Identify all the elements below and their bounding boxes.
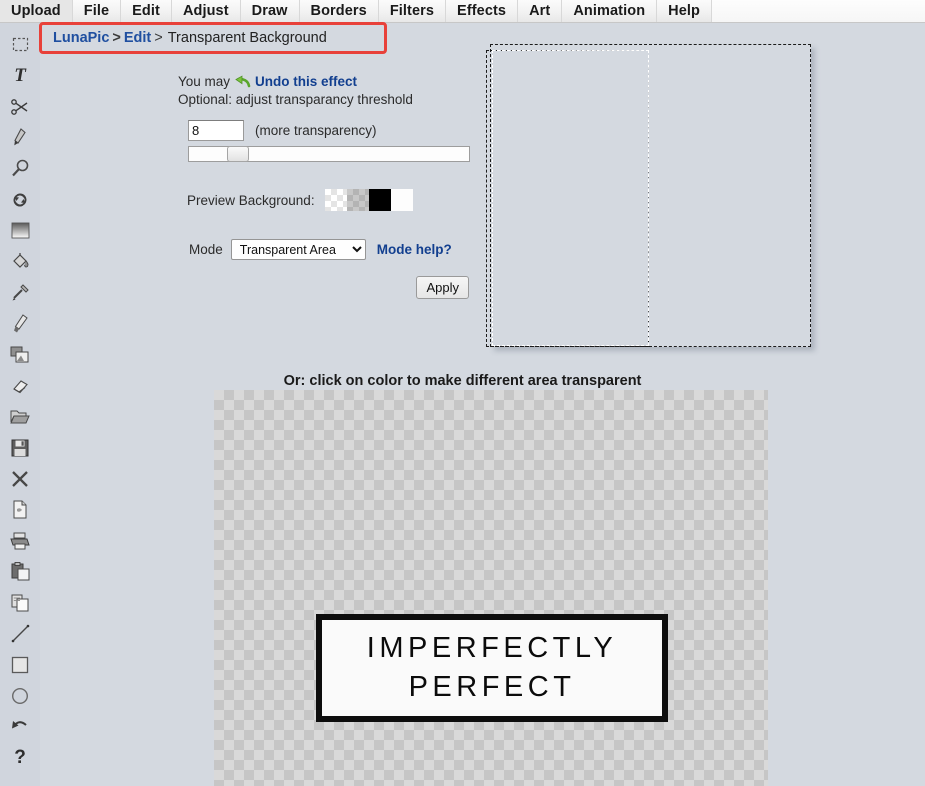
- menu-help[interactable]: Help: [657, 0, 712, 22]
- apply-row: Apply: [189, 276, 469, 299]
- copy-icon[interactable]: [4, 587, 36, 618]
- menu-animation[interactable]: Animation: [562, 0, 658, 22]
- transparent-background-controls: You may Undo this effect Optional: adjus…: [178, 72, 478, 299]
- plaque-line-1: IMPERFECTLY: [366, 631, 618, 664]
- preview-background-row: Preview Background:: [187, 189, 478, 211]
- apply-button[interactable]: Apply: [416, 276, 469, 299]
- close-x-icon[interactable]: [4, 463, 36, 494]
- main-menu-bar: Upload File Edit Adjust Draw Borders Fil…: [0, 0, 925, 23]
- swatch-white[interactable]: [390, 189, 413, 211]
- menu-adjust[interactable]: Adjust: [172, 0, 241, 22]
- mode-help-link[interactable]: Mode help?: [377, 242, 452, 257]
- marquee-select-icon[interactable]: [4, 29, 36, 60]
- clone-stamp-icon[interactable]: [4, 339, 36, 370]
- tool-sidebar: T ?: [0, 23, 40, 786]
- green-undo-arrow-icon: [235, 75, 251, 88]
- main-image-canvas[interactable]: IMPERFECTLY PERFECT: [214, 390, 768, 786]
- breadcrumb-edit-link[interactable]: Edit: [124, 30, 151, 46]
- plaque-line-2: PERFECT: [408, 671, 576, 703]
- mode-row: Mode Transparent Area Transparent Color …: [189, 239, 478, 260]
- more-transparency-label: (more transparency): [255, 123, 377, 138]
- menu-file[interactable]: File: [73, 0, 122, 22]
- question-help-icon[interactable]: ?: [4, 742, 36, 773]
- menu-bar-filler: [711, 0, 925, 22]
- breadcrumb-root-link[interactable]: LunaPic: [53, 30, 109, 46]
- threshold-slider-thumb[interactable]: [227, 146, 249, 162]
- menu-upload[interactable]: Upload: [0, 0, 73, 22]
- paint-bucket-icon[interactable]: [4, 246, 36, 277]
- new-document-icon[interactable]: [4, 494, 36, 525]
- threshold-input[interactable]: [188, 120, 244, 141]
- line-tool-icon[interactable]: [4, 618, 36, 649]
- text-tool-icon[interactable]: T: [4, 60, 36, 91]
- magnifier-zoom-icon[interactable]: [4, 153, 36, 184]
- ellipse-tool-icon[interactable]: [4, 680, 36, 711]
- printer-icon[interactable]: [4, 525, 36, 556]
- you-may-label: You may: [178, 74, 231, 89]
- open-folder-icon[interactable]: [4, 401, 36, 432]
- mode-label: Mode: [189, 242, 223, 257]
- menu-filters[interactable]: Filters: [379, 0, 447, 22]
- paintbrush-icon[interactable]: [4, 308, 36, 339]
- menu-borders[interactable]: Borders: [300, 0, 379, 22]
- undo-this-effect-link[interactable]: Undo this effect: [255, 74, 357, 89]
- eyedropper-icon[interactable]: [4, 277, 36, 308]
- swatch-checker-gray[interactable]: [346, 189, 369, 211]
- mode-select[interactable]: Transparent Area Transparent Color Opaqu…: [230, 239, 366, 260]
- preview-background-label: Preview Background:: [187, 192, 315, 208]
- menu-draw[interactable]: Draw: [241, 0, 300, 22]
- menu-art[interactable]: Art: [518, 0, 563, 22]
- threshold-slider[interactable]: [188, 146, 470, 162]
- gradient-icon[interactable]: [4, 215, 36, 246]
- save-floppy-icon[interactable]: [4, 432, 36, 463]
- optional-threshold-label: Optional: adjust transparancy threshold: [178, 92, 413, 107]
- clipboard-paste-icon[interactable]: [4, 556, 36, 587]
- breadcrumb-current-page: Transparent Background: [167, 30, 327, 46]
- undo-line: You may Undo this effect: [178, 72, 478, 91]
- menu-effects[interactable]: Effects: [446, 0, 519, 22]
- scissors-crop-icon[interactable]: [4, 91, 36, 122]
- swatch-black[interactable]: [368, 189, 391, 211]
- breadcrumb-separator-2: >: [154, 30, 163, 46]
- pencil-icon[interactable]: [4, 122, 36, 153]
- image-text-plaque: IMPERFECTLY PERFECT: [316, 614, 668, 722]
- menu-edit[interactable]: Edit: [121, 0, 172, 22]
- breadcrumb: LunaPic > Edit > Transparent Background: [39, 22, 387, 54]
- rectangle-tool-icon[interactable]: [4, 649, 36, 680]
- rotate-flip-icon[interactable]: [4, 184, 36, 215]
- swatch-checker-light[interactable]: [324, 189, 347, 211]
- threshold-row: (more transparency): [188, 120, 478, 141]
- thumbnail-preview-panel[interactable]: [486, 44, 811, 347]
- breadcrumb-separator-1: >: [112, 30, 121, 46]
- undo-arrow-icon[interactable]: [4, 711, 36, 742]
- canvas-instruction-caption: Or: click on color to make different are…: [283, 373, 642, 389]
- selection-outline-inner-white: [492, 50, 649, 346]
